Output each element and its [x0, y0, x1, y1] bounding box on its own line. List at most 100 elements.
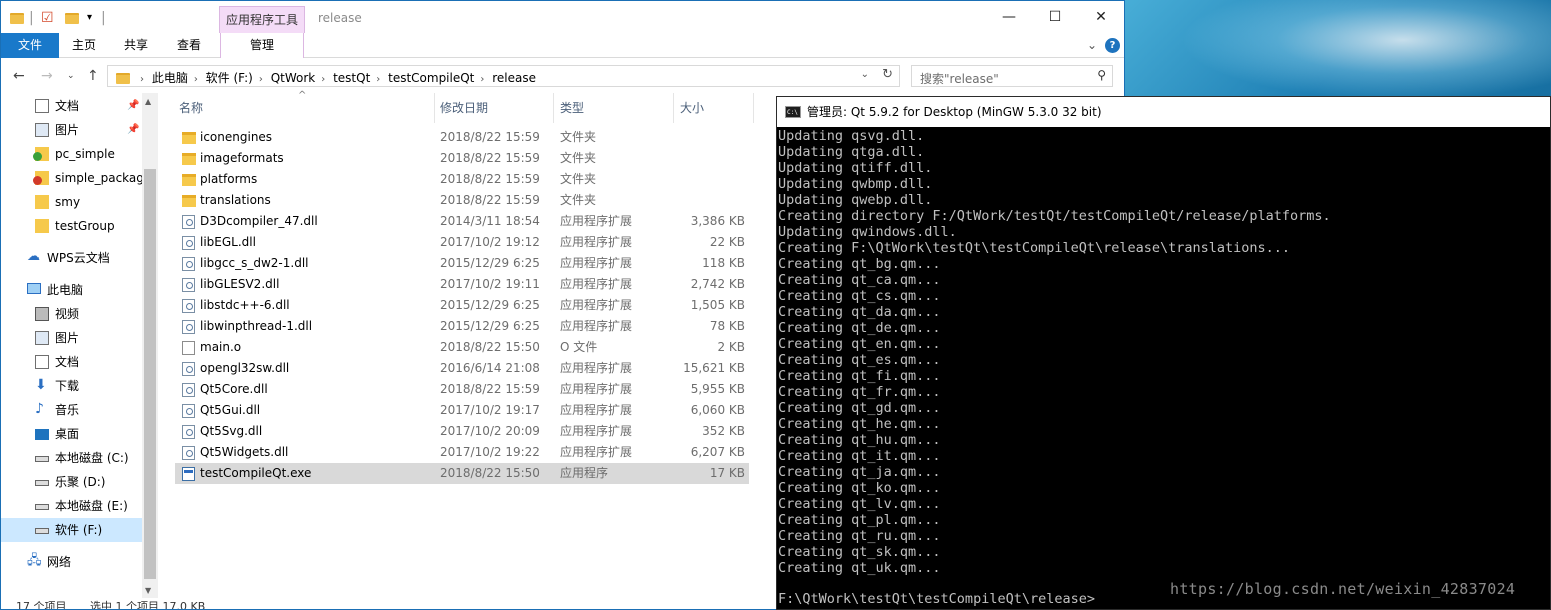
customize-quick-access-icon[interactable]: ▾ — [87, 9, 92, 27]
folder-icon — [182, 153, 196, 165]
column-header-name[interactable]: 名称 — [179, 93, 203, 125]
console-line: Creating qt_es.qm... — [778, 352, 941, 368]
file-row[interactable]: Qt5Gui.dll 2017/10/2 19:17 应用程序扩展 6,060 KB — [175, 400, 749, 421]
nav-item-wps-cloud[interactable]: ☁ WPS云文档 — [1, 246, 142, 270]
tab-manage[interactable]: 管理 — [220, 33, 304, 58]
breadcrumb-item[interactable]: QtWork — [271, 71, 316, 85]
scroll-up-icon[interactable]: ▲ — [145, 97, 151, 106]
nav-item-simple-package[interactable]: simple_packag — [1, 166, 142, 190]
column-header-size[interactable]: 大小 — [680, 93, 704, 125]
nav-label: 下载 — [55, 379, 80, 393]
file-row[interactable]: libwinpthread-1.dll 2015/12/29 6:25 应用程序扩展… — [175, 316, 749, 337]
breadcrumb-item[interactable]: testCompileQt — [388, 71, 474, 85]
back-arrow-icon[interactable]: ← — [13, 67, 25, 85]
pin-icon[interactable]: 📌 — [127, 94, 139, 118]
nav-item-pictures[interactable]: 图片 📌 — [1, 118, 142, 142]
file-type: 文件夹 — [560, 193, 597, 207]
nav-item-pc-simple[interactable]: pc_simple — [1, 142, 142, 166]
tab-file[interactable]: 文件 — [1, 33, 59, 58]
tab-home[interactable]: 主页 — [63, 33, 105, 58]
recent-locations-icon[interactable]: ⌄ — [67, 67, 75, 85]
console-line: Creating qt_it.qm... — [778, 448, 941, 464]
file-row[interactable]: libgcc_s_dw2-1.dll 2015/12/29 6:25 应用程序扩展 1… — [175, 253, 749, 274]
scroll-down-icon[interactable]: ▼ — [145, 586, 151, 595]
nav-item-testgroup[interactable]: testGroup — [1, 214, 142, 238]
close-button[interactable]: ✕ — [1078, 1, 1124, 33]
file-row[interactable]: translations 2018/8/22 15:59 文件夹 — [175, 190, 749, 211]
column-header-type[interactable]: 类型 — [560, 93, 584, 125]
file-type: 应用程序扩展 — [560, 382, 633, 396]
nav-label: 本地磁盘 (C:) — [55, 451, 129, 465]
help-icon[interactable]: ? — [1105, 38, 1120, 53]
breadcrumb-item[interactable]: 软件 (F:) — [206, 71, 253, 85]
file-size: 15,621 KB — [683, 361, 745, 375]
console-titlebar[interactable]: 管理员: Qt 5.9.2 for Desktop (MinGW 5.3.0 3… — [777, 97, 1550, 128]
console-line: Creating F:\QtWork\testQt\testCompileQt\… — [778, 240, 1291, 256]
file-row[interactable]: D3Dcompiler_47.dll 2014/3/11 18:54 应用程序扩展 3… — [175, 211, 749, 232]
maximize-button[interactable]: ☐ — [1032, 1, 1078, 33]
file-row[interactable]: Qt5Core.dll 2018/8/22 15:59 应用程序扩展 5,955 KB — [175, 379, 749, 400]
nav-item-drive-f[interactable]: 软件 (F:) — [1, 518, 142, 542]
new-folder-icon[interactable] — [65, 9, 79, 27]
refresh-icon[interactable]: ↻ — [882, 67, 893, 82]
nav-item-downloads[interactable]: ⬇ 下载 — [1, 374, 142, 398]
nav-item-pictures-pc[interactable]: 图片 — [1, 326, 142, 350]
file-row[interactable]: imageformats 2018/8/22 15:59 文件夹 — [175, 148, 749, 169]
file-size: 352 KB — [702, 424, 745, 438]
file-row[interactable]: libEGL.dll 2017/10/2 19:12 应用程序扩展 22 KB — [175, 232, 749, 253]
nav-item-videos[interactable]: 视频 — [1, 302, 142, 326]
nav-item-smy[interactable]: smy — [1, 190, 142, 214]
file-name: Qt5Widgets.dll — [200, 445, 289, 459]
console-line: Updating qwindows.dll. — [778, 224, 957, 240]
search-icon[interactable]: ⚲ — [1097, 68, 1106, 82]
forward-arrow-icon[interactable]: → — [41, 67, 53, 85]
file-row[interactable]: opengl32sw.dll 2016/6/14 21:08 应用程序扩展 15,62… — [175, 358, 749, 379]
file-row[interactable]: testCompileQt.exe 2018/8/22 15:50 应用程序 17 K… — [175, 463, 749, 484]
file-size: 5,955 KB — [690, 382, 745, 396]
nav-scrollbar[interactable]: ▲ ▼ — [142, 93, 158, 598]
nav-item-network[interactable]: 🖧 网络 — [1, 550, 142, 574]
nav-item-documents[interactable]: 文档 📌 — [1, 94, 142, 118]
cloud-icon: ☁ — [27, 249, 40, 264]
nav-item-drive-c[interactable]: 本地磁盘 (C:) — [1, 446, 142, 470]
file-row[interactable]: libGLESV2.dll 2017/10/2 19:11 应用程序扩展 2,742 … — [175, 274, 749, 295]
file-date: 2017/10/2 19:22 — [440, 445, 540, 459]
minimize-button[interactable]: — — [986, 1, 1032, 33]
console-output[interactable]: Updating qsvg.dll. Updating qtga.dll. Upda… — [777, 127, 1550, 609]
address-dropdown-icon[interactable]: ⌄ — [861, 69, 869, 80]
properties-icon[interactable]: ☑ — [41, 9, 54, 27]
nav-label: WPS云文档 — [47, 251, 110, 265]
nav-item-desktop[interactable]: 桌面 — [1, 422, 142, 446]
nav-item-drive-e[interactable]: 本地磁盘 (E:) — [1, 494, 142, 518]
breadcrumb-item[interactable]: 此电脑 — [152, 71, 188, 85]
file-row[interactable]: main.o 2018/8/22 15:50 O 文件 2 KB — [175, 337, 749, 358]
file-row[interactable]: iconengines 2018/8/22 15:59 文件夹 — [175, 127, 749, 148]
music-icon: ♪ — [35, 401, 44, 417]
file-row[interactable]: libstdc++-6.dll 2015/12/29 6:25 应用程序扩展 1,50… — [175, 295, 749, 316]
scrollbar-thumb[interactable] — [144, 169, 156, 579]
file-row[interactable]: Qt5Widgets.dll 2017/10/2 19:22 应用程序扩展 6,207… — [175, 442, 749, 463]
file-row[interactable]: platforms 2018/8/22 15:59 文件夹 — [175, 169, 749, 190]
nav-item-this-pc[interactable]: 此电脑 — [1, 278, 142, 302]
console-line: Creating qt_ru.qm... — [778, 528, 941, 544]
up-arrow-icon[interactable]: ↑ — [87, 67, 99, 85]
column-header-date[interactable]: 修改日期 — [440, 93, 488, 125]
tab-view[interactable]: 查看 — [168, 33, 210, 58]
nav-item-documents-pc[interactable]: 文档 — [1, 350, 142, 374]
pin-icon[interactable]: 📌 — [127, 118, 139, 142]
nav-label: 图片 — [55, 123, 80, 137]
file-row[interactable]: Qt5Svg.dll 2017/10/2 20:09 应用程序扩展 352 KB — [175, 421, 749, 442]
breadcrumb-item[interactable]: testQt — [333, 71, 370, 85]
explorer-titlebar[interactable]: | ☑ ▾ | 应用程序工具 release — ☐ ✕ — [1, 1, 1124, 58]
nav-item-music[interactable]: ♪ 音乐 — [1, 398, 142, 422]
tab-share[interactable]: 共享 — [115, 33, 157, 58]
nav-item-drive-d[interactable]: 乐聚 (D:) — [1, 470, 142, 494]
address-bar[interactable]: › 此电脑 › 软件 (F:) › QtWork › testQt › testComp… — [107, 65, 900, 87]
nav-label: 此电脑 — [47, 283, 84, 297]
breadcrumb-item[interactable]: release — [492, 71, 536, 85]
search-input[interactable]: 搜索"release" ⚲ — [911, 65, 1113, 87]
console-line: Creating qt_en.qm... — [778, 336, 941, 352]
sort-ascending-icon: ^ — [298, 90, 307, 101]
expand-ribbon-icon[interactable]: ⌄ — [1087, 38, 1097, 52]
console-line: Creating qt_sk.qm... — [778, 544, 941, 560]
